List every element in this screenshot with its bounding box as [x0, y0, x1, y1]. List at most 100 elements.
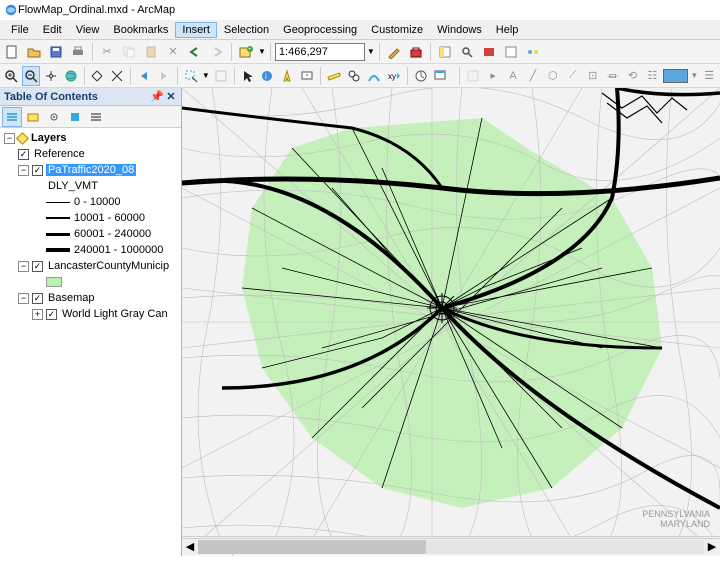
delete-button[interactable]: ✕	[163, 42, 183, 62]
class-2: 10001 - 60000	[74, 212, 145, 224]
redo-button[interactable]	[207, 42, 227, 62]
map-canvas[interactable]	[182, 88, 720, 556]
class-3: 60001 - 240000	[74, 228, 151, 240]
menu-geoprocessing[interactable]: Geoprocessing	[276, 22, 364, 38]
python-button[interactable]	[501, 42, 521, 62]
hyperlink-button[interactable]	[278, 66, 296, 86]
edit-tool[interactable]: ▸	[484, 66, 502, 86]
scale-input[interactable]	[275, 43, 365, 61]
expander-traffic[interactable]: −	[18, 165, 29, 176]
attributes-button[interactable]: ☷	[643, 66, 661, 86]
sketch-props[interactable]: ☰	[700, 66, 718, 86]
line-symbol-2	[46, 217, 70, 219]
menu-customize[interactable]: Customize	[364, 22, 430, 38]
check-basemap-layer[interactable]	[46, 309, 57, 320]
reshape[interactable]: ⟋	[564, 66, 582, 86]
toc-close-icon[interactable]: ✕	[165, 90, 177, 103]
svg-text:xy: xy	[388, 72, 396, 81]
layers-root[interactable]: Layers	[31, 132, 66, 144]
menu-edit[interactable]: Edit	[36, 22, 69, 38]
catalog-button[interactable]	[435, 42, 455, 62]
layer-basemap[interactable]: World Light Gray Can	[60, 308, 170, 320]
find-route-button[interactable]	[365, 66, 383, 86]
new-button[interactable]	[2, 42, 22, 62]
menu-help[interactable]: Help	[489, 22, 526, 38]
zoom-in-button[interactable]	[2, 66, 20, 86]
app-icon	[4, 3, 18, 17]
time-slider-button[interactable]	[412, 66, 430, 86]
layer-county[interactable]: LancasterCountyMunicip	[46, 260, 171, 272]
cut-polygons[interactable]: ⊡	[584, 66, 602, 86]
menu-windows[interactable]: Windows	[430, 22, 489, 38]
menu-selection[interactable]: Selection	[217, 22, 276, 38]
full-extent-button[interactable]	[62, 66, 80, 86]
arc-toolbox-button[interactable]	[479, 42, 499, 62]
forward-button[interactable]	[155, 66, 173, 86]
check-basemap[interactable]	[32, 293, 43, 304]
check-traffic[interactable]	[32, 165, 43, 176]
horizontal-scrollbar[interactable]: ◀ ▶	[182, 538, 720, 554]
map-viewport[interactable]: PENNSYLVANIA MARYLAND ||	[182, 88, 720, 556]
menu-file[interactable]: File	[4, 22, 36, 38]
save-button[interactable]	[46, 42, 66, 62]
polygon-symbol	[46, 277, 62, 287]
line-symbol-3	[46, 233, 70, 236]
editor-menu[interactable]	[464, 66, 482, 86]
split-tool[interactable]: ⏛	[604, 66, 622, 86]
fixed-zoom-out-button[interactable]	[108, 66, 126, 86]
tools-toolbar: ▼ i xy ▸ A ╱ ⬡ ⟋ ⊡ ⏛ ⟲ ☷ ▼ ☰	[0, 64, 720, 88]
menu-view[interactable]: View	[69, 22, 107, 38]
create-viewer-button[interactable]	[431, 66, 449, 86]
editor-toolbar-button[interactable]	[384, 42, 404, 62]
search-button[interactable]	[457, 42, 477, 62]
menu-insert[interactable]: Insert	[175, 22, 217, 38]
toc-pin-icon[interactable]: 📌	[150, 90, 162, 103]
clear-selection-button[interactable]	[212, 66, 230, 86]
undo-button[interactable]	[185, 42, 205, 62]
model-builder-button[interactable]	[523, 42, 543, 62]
cut-button[interactable]: ✂	[97, 42, 117, 62]
identify-button[interactable]: i	[258, 66, 276, 86]
zoom-out-button[interactable]	[22, 66, 40, 86]
print-button[interactable]	[68, 42, 88, 62]
fixed-zoom-in-button[interactable]	[89, 66, 107, 86]
layer-basemap-group[interactable]: Basemap	[46, 292, 96, 304]
expander-basemap-layer[interactable]: +	[32, 309, 43, 320]
menu-bookmarks[interactable]: Bookmarks	[106, 22, 175, 38]
expander-layers[interactable]: −	[4, 133, 15, 144]
straight-segment[interactable]: ╱	[524, 66, 542, 86]
copy-button[interactable]	[119, 42, 139, 62]
back-button[interactable]	[135, 66, 153, 86]
expander-county[interactable]: −	[18, 261, 29, 272]
options-button[interactable]	[86, 107, 106, 127]
check-reference[interactable]	[18, 149, 29, 160]
open-button[interactable]	[24, 42, 44, 62]
layer-traffic[interactable]: PaTraffic2020_08	[46, 164, 136, 176]
select-elements-button[interactable]	[239, 66, 257, 86]
list-by-source-button[interactable]	[23, 107, 43, 127]
check-county[interactable]	[32, 261, 43, 272]
go-to-xy-button[interactable]: xy	[385, 66, 403, 86]
line-symbol-1	[46, 202, 70, 203]
line-symbol-4	[46, 248, 70, 252]
edit-vertices[interactable]: ⬡	[544, 66, 562, 86]
select-features-button[interactable]	[182, 66, 200, 86]
layer-reference[interactable]: Reference	[32, 148, 87, 160]
expander-basemap[interactable]: −	[18, 293, 29, 304]
find-button[interactable]	[345, 66, 363, 86]
fill-color-swatch[interactable]	[663, 69, 688, 83]
svg-text:+: +	[248, 47, 252, 53]
pan-button[interactable]	[42, 66, 60, 86]
list-by-drawing-order-button[interactable]	[2, 107, 22, 127]
rotate-tool[interactable]: ⟲	[624, 66, 642, 86]
class-1: 0 - 10000	[74, 196, 120, 208]
window-title: FlowMap_Ordinal.mxd - ArcMap	[18, 4, 175, 16]
paste-button[interactable]	[141, 42, 161, 62]
add-data-button[interactable]: +	[236, 42, 256, 62]
toolbox-button[interactable]	[406, 42, 426, 62]
html-popup-button[interactable]	[298, 66, 316, 86]
list-by-visibility-button[interactable]	[44, 107, 64, 127]
list-by-selection-button[interactable]	[65, 107, 85, 127]
edit-annotation[interactable]: A	[504, 66, 522, 86]
measure-button[interactable]	[325, 66, 343, 86]
